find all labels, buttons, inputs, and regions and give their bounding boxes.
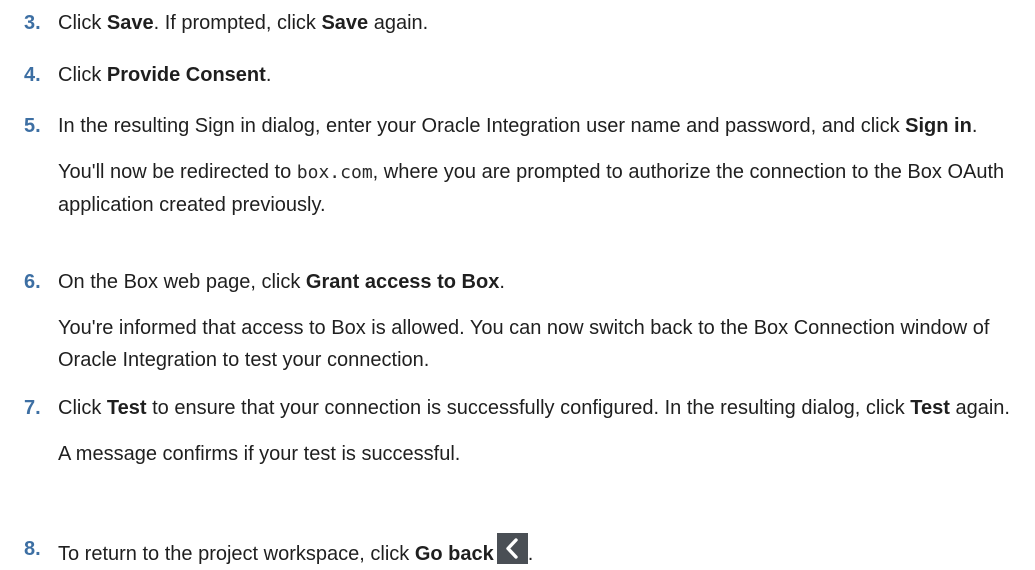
step-text-part: . If prompted, click [153, 12, 322, 34]
step-text-part: . [971, 115, 978, 137]
step-text: On the Box web page, click Grant access … [58, 266, 1031, 376]
step-text-part: again. [368, 12, 429, 34]
step-note: A message confirms if your test is succe… [58, 443, 461, 465]
step-text: Click Test to ensure that your connectio… [58, 392, 1031, 470]
step-text-part: To return to the project workspace, clic… [58, 543, 415, 565]
code-text: box.com [296, 162, 373, 183]
step-text: Click Save. If prompted, click Save agai… [58, 7, 1031, 39]
ui-term-test: Test [910, 397, 950, 419]
ui-term-save: Save [106, 12, 154, 34]
ui-term-provide-consent: Provide Consent [106, 64, 266, 86]
step-text-part: In the resulting Sign in dialog, enter y… [58, 115, 906, 137]
step-text-part: . [499, 271, 505, 293]
step-text: In the resulting Sign in dialog, enter y… [58, 110, 1031, 221]
ui-term-test: Test [106, 397, 147, 419]
step-note: You'll now be redirected to box.com, whe… [58, 156, 1031, 221]
step-note: You're informed that access to Box is al… [58, 317, 990, 371]
step-number: 4. [24, 64, 41, 86]
step-text-part: again. [949, 397, 1010, 419]
ui-term-grant-access: Grant access to Box [305, 271, 500, 293]
step-text-part: On the Box web page, click [58, 271, 306, 293]
step-5: 5. In the resulting Sign in dialog, ente… [24, 110, 1031, 221]
ui-term-go-back: Go back [414, 543, 494, 565]
step-number: 8. [24, 538, 41, 560]
step-6: 6. On the Box web page, click Grant acce… [24, 266, 1031, 376]
step-4: 4. Click Provide Consent. [24, 59, 1031, 91]
step-8: 8. To return to the project workspace, c… [24, 533, 1031, 570]
step-text-part: to ensure that your connection is succes… [146, 397, 911, 419]
ui-term-save: Save [321, 12, 369, 34]
step-number: 5. [24, 115, 41, 137]
ui-term-sign-in: Sign in [905, 115, 972, 137]
step-text: To return to the project workspace, clic… [58, 533, 1031, 570]
step-text-part: . [527, 543, 534, 565]
chevron-left-icon [496, 533, 528, 564]
step-text-part: Click [58, 397, 107, 419]
step-text: Click Provide Consent. [58, 59, 1031, 91]
step-text-part: . [265, 64, 272, 86]
step-7: 7. Click Test to ensure that your connec… [24, 392, 1031, 470]
step-text-part: Click [58, 64, 107, 86]
step-3: 3. Click Save. If prompted, click Save a… [24, 7, 1031, 39]
step-text-part: Click [58, 12, 107, 34]
step-number: 3. [24, 12, 41, 34]
instruction-document: 3. Click Save. If prompted, click Save a… [0, 0, 1035, 569]
note-text-part: You'll now be redirected to [58, 161, 297, 183]
step-number: 6. [24, 271, 41, 293]
step-number: 7. [24, 397, 41, 419]
